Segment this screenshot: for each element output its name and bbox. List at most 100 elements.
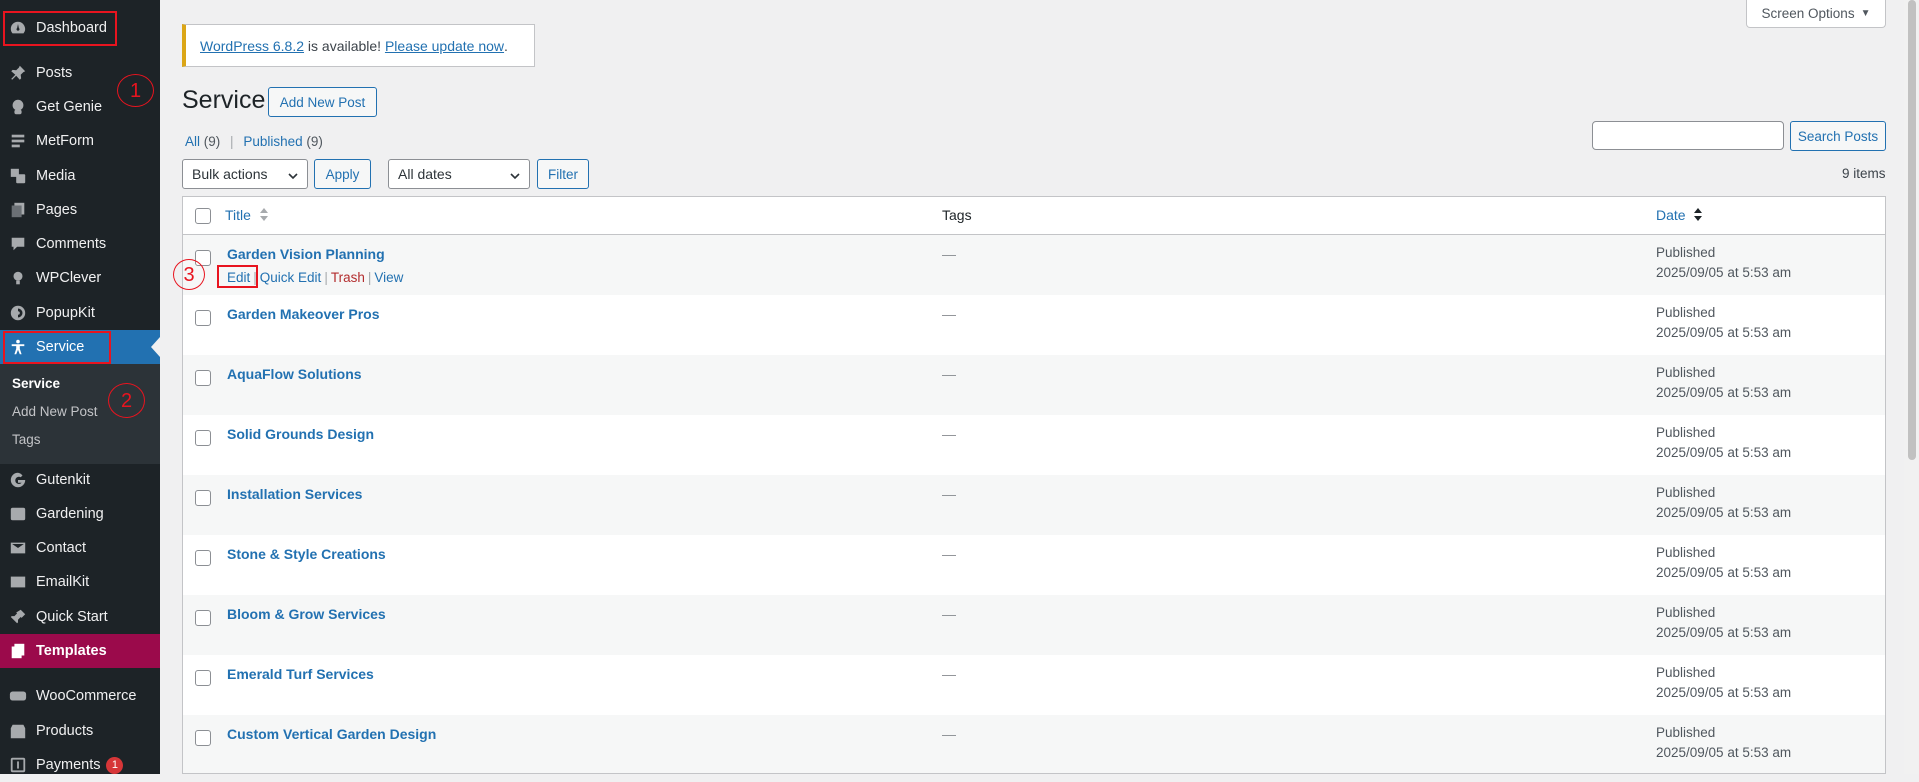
row-checkbox[interactable] bbox=[195, 730, 211, 746]
filter-button[interactable]: Filter bbox=[537, 159, 589, 189]
column-header-title[interactable]: Title bbox=[225, 207, 268, 224]
quick-edit-link[interactable]: Quick Edit bbox=[260, 270, 322, 285]
select-all-checkbox[interactable] bbox=[195, 208, 211, 224]
update-now-link[interactable]: Please update now bbox=[385, 38, 504, 54]
row-checkbox[interactable] bbox=[195, 490, 211, 506]
view-all-link[interactable]: All bbox=[185, 134, 200, 149]
current-menu-arrow bbox=[151, 337, 160, 357]
media-icon bbox=[8, 166, 28, 186]
menu-item-templates[interactable]: Templates bbox=[0, 634, 160, 668]
table-row: Garden Vision Planning Edit | Quick Edit | T… bbox=[183, 235, 1885, 295]
tags-cell: — bbox=[942, 366, 956, 382]
post-title-link[interactable]: AquaFlow Solutions bbox=[227, 366, 362, 382]
row-checkbox[interactable] bbox=[195, 430, 211, 446]
update-notice: WordPress 6.8.2 is available! Please upd… bbox=[182, 24, 535, 67]
post-title-link[interactable]: Bloom & Grow Services bbox=[227, 606, 386, 622]
table-row: Bloom & Grow Services — Published 2025/0… bbox=[183, 595, 1885, 655]
row-checkbox[interactable] bbox=[195, 310, 211, 326]
bulk-actions-value: Bulk actions bbox=[192, 166, 268, 182]
table-row: AquaFlow Solutions — Published 2025/09/0… bbox=[183, 355, 1885, 415]
menu-item-wpclever[interactable]: WPClever bbox=[0, 261, 160, 295]
sort-icon bbox=[1694, 208, 1703, 224]
post-status: Published bbox=[1656, 605, 1716, 620]
menu-item-comments[interactable]: Comments bbox=[0, 227, 160, 261]
menu-item-gutenkit[interactable]: Gutenkit bbox=[0, 463, 160, 497]
trash-link[interactable]: Trash bbox=[331, 270, 365, 285]
tags-cell: — bbox=[942, 546, 956, 562]
submenu-item-tags[interactable]: Tags bbox=[12, 432, 41, 447]
row-checkbox[interactable] bbox=[195, 670, 211, 686]
menu-item-label: Contact bbox=[36, 540, 86, 556]
view-link[interactable]: View bbox=[374, 270, 403, 285]
payments-count-badge: 1 bbox=[106, 756, 124, 774]
add-new-post-button[interactable]: Add New Post bbox=[268, 87, 377, 117]
menu-item-popupkit[interactable]: PopupKit bbox=[0, 296, 160, 330]
annotation-box-edit bbox=[217, 265, 258, 288]
post-date: 2025/09/05 at 5:53 am bbox=[1656, 565, 1792, 580]
dates-filter-select[interactable]: All dates bbox=[388, 159, 530, 189]
post-status: Published bbox=[1656, 305, 1716, 320]
view-published-link[interactable]: Published bbox=[243, 134, 302, 149]
post-title-link[interactable]: Garden Makeover Pros bbox=[227, 306, 380, 322]
post-title-link[interactable]: Solid Grounds Design bbox=[227, 426, 374, 442]
post-title-link[interactable]: Installation Services bbox=[227, 486, 362, 502]
post-status-views: All (9) | Published (9) bbox=[185, 134, 323, 149]
post-title-link[interactable]: Emerald Turf Services bbox=[227, 666, 374, 682]
column-header-label: Date bbox=[1656, 207, 1686, 223]
menu-item-emailkit[interactable]: EmailKit bbox=[0, 565, 160, 599]
pin-icon bbox=[8, 63, 28, 83]
search-posts-button[interactable]: Search Posts bbox=[1790, 121, 1886, 151]
menu-item-metform[interactable]: MetForm bbox=[0, 124, 160, 158]
menu-item-label: EmailKit bbox=[36, 574, 90, 590]
row-checkbox[interactable] bbox=[195, 370, 211, 386]
scrollbar-thumb[interactable] bbox=[1908, 0, 1916, 460]
table-row: Installation Services — Published 2025/0… bbox=[183, 475, 1885, 535]
caret-down-icon: ▼ bbox=[1860, 8, 1871, 19]
menu-item-payments[interactable]: Payments 1 bbox=[0, 748, 160, 782]
chevron-down-icon bbox=[509, 169, 521, 181]
menu-item-label: Gardening bbox=[36, 506, 104, 522]
menu-item-gardening[interactable]: Gardening bbox=[0, 497, 160, 531]
bulb-icon bbox=[8, 268, 28, 288]
submenu-item-service[interactable]: Service bbox=[12, 376, 60, 391]
chevron-down-icon bbox=[287, 169, 299, 181]
tags-cell: — bbox=[942, 726, 956, 742]
menu-item-label: MetForm bbox=[36, 133, 94, 149]
form-icon bbox=[8, 131, 28, 151]
post-title-link[interactable]: Custom Vertical Garden Design bbox=[227, 726, 436, 742]
row-checkbox[interactable] bbox=[195, 550, 211, 566]
search-posts-input[interactable] bbox=[1592, 121, 1784, 150]
notice-text: is available! bbox=[304, 37, 385, 54]
post-title-link[interactable]: Garden Vision Planning bbox=[227, 246, 385, 262]
annotation-marker-1: 1 bbox=[117, 74, 154, 107]
apply-button[interactable]: Apply bbox=[314, 159, 371, 189]
annotation-number: 1 bbox=[129, 79, 142, 102]
post-status: Published bbox=[1656, 245, 1716, 260]
menu-item-label: WooCommerce bbox=[36, 688, 137, 704]
bulk-actions-select[interactable]: Bulk actions bbox=[182, 159, 308, 189]
screen-options-button[interactable]: Screen Options ▼ bbox=[1746, 0, 1886, 28]
post-title-link[interactable]: Stone & Style Creations bbox=[227, 546, 386, 562]
submenu-item-add-new-post[interactable]: Add New Post bbox=[12, 404, 98, 419]
menu-item-quick-start[interactable]: Quick Start bbox=[0, 600, 160, 634]
post-date: 2025/09/05 at 5:53 am bbox=[1656, 445, 1792, 460]
column-header-date[interactable]: Date bbox=[1656, 207, 1703, 224]
tags-cell: — bbox=[942, 486, 956, 502]
menu-item-label: Quick Start bbox=[36, 609, 108, 625]
menu-item-label: Products bbox=[36, 723, 94, 739]
products-icon bbox=[8, 721, 28, 741]
menu-item-pages[interactable]: Pages bbox=[0, 193, 160, 227]
menu-item-contact[interactable]: Contact bbox=[0, 531, 160, 565]
menu-item-label: Comments bbox=[36, 236, 107, 252]
genie-icon bbox=[8, 97, 28, 117]
tags-cell: — bbox=[942, 306, 956, 322]
view-published-count: (9) bbox=[306, 134, 323, 149]
wordpress-version-link[interactable]: WordPress 6.8.2 bbox=[200, 38, 304, 54]
post-date: 2025/09/05 at 5:53 am bbox=[1656, 745, 1792, 760]
views-separator: | bbox=[230, 134, 234, 149]
row-checkbox[interactable] bbox=[195, 610, 211, 626]
menu-item-products[interactable]: Products bbox=[0, 714, 160, 748]
menu-item-media[interactable]: Media bbox=[0, 159, 160, 193]
menu-item-label: Templates bbox=[36, 643, 107, 659]
menu-item-woocommerce[interactable]: WooCommerce bbox=[0, 679, 160, 713]
